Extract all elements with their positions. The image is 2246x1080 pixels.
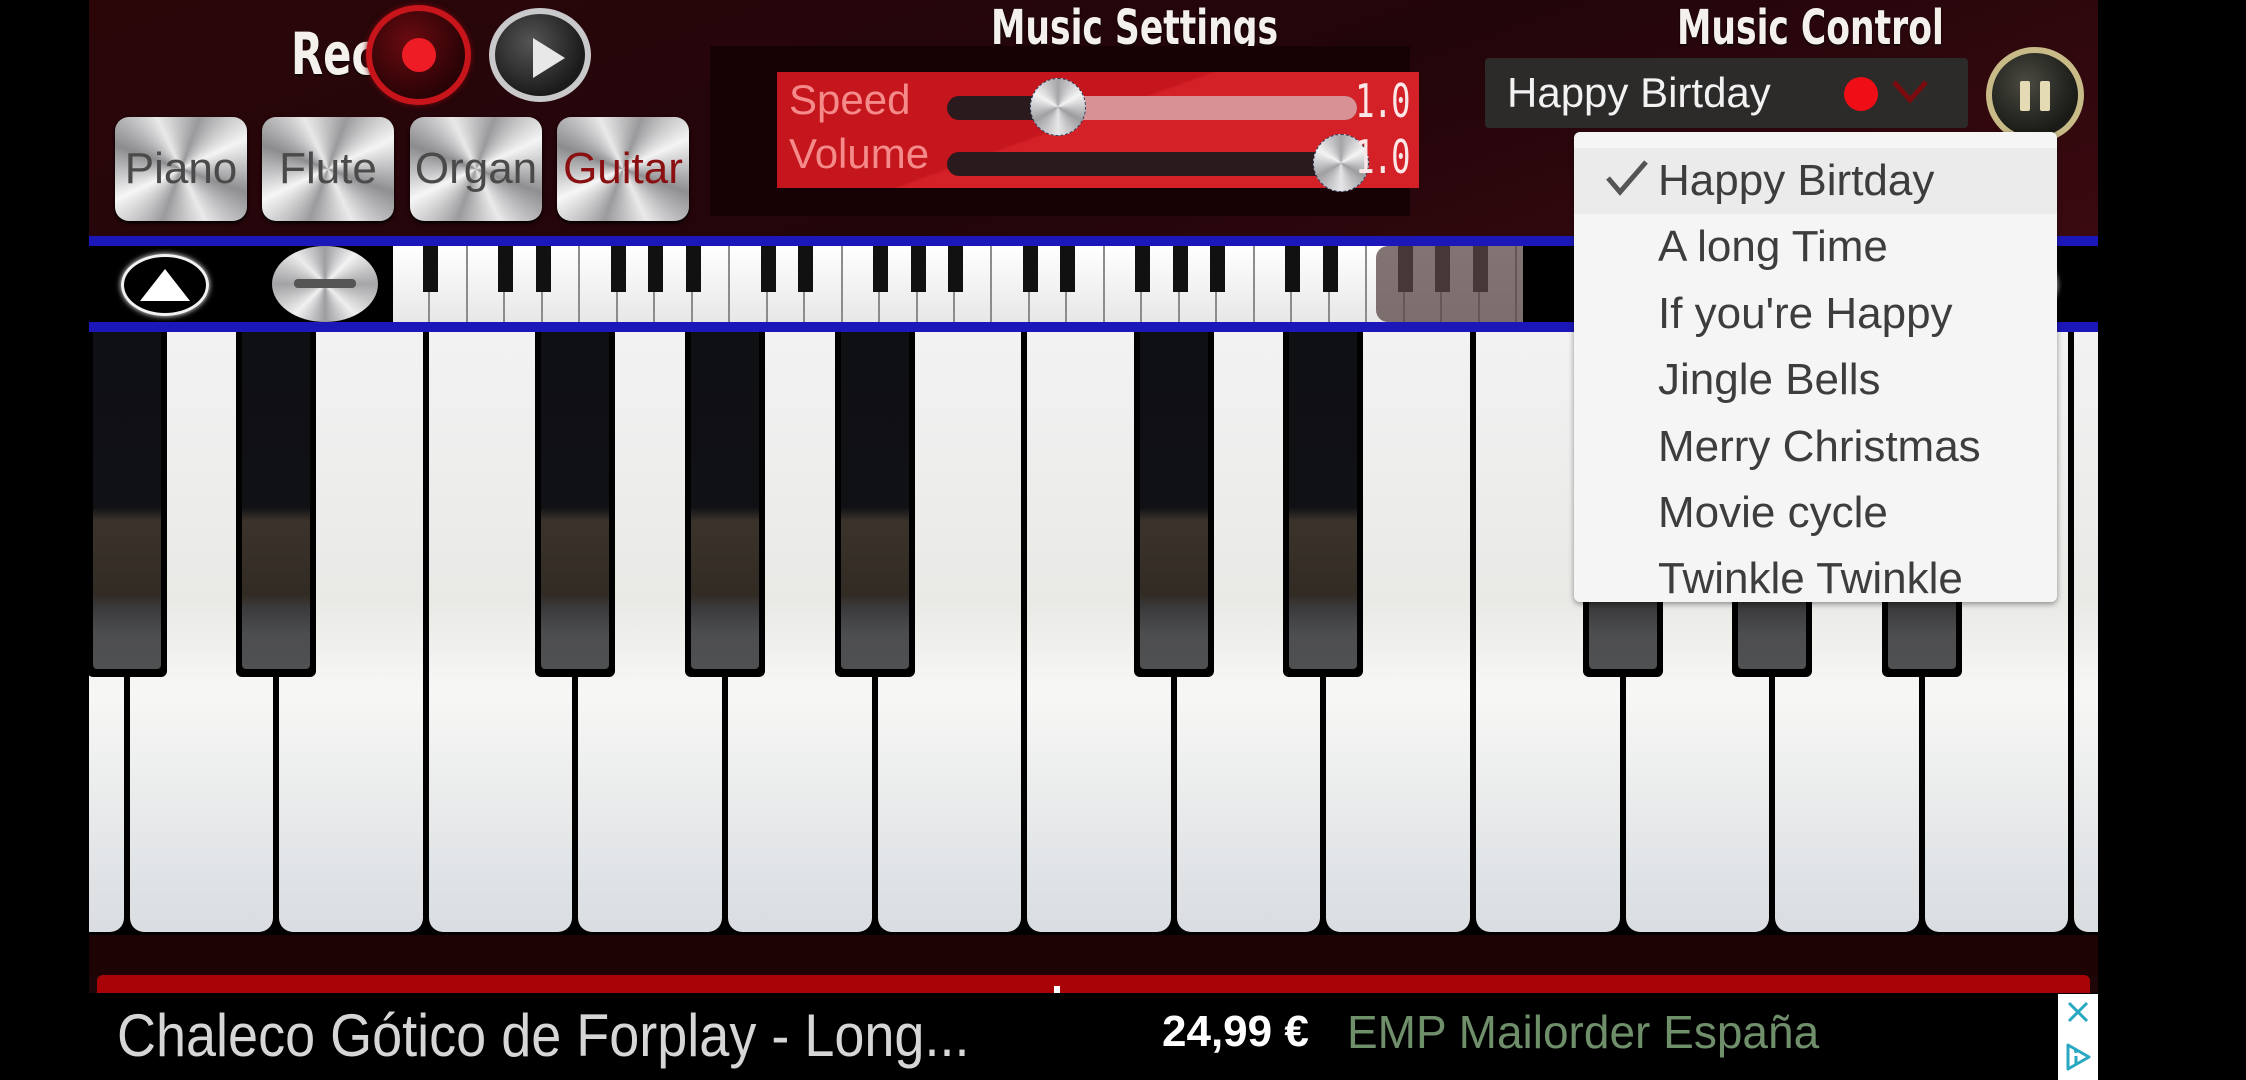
mini-black-key [685,246,701,292]
ad-seller[interactable]: EMP Mailorder España [1347,1005,1819,1059]
speed-volume-panel: Speed 1.0 Volume 1.0 [777,72,1419,192]
mini-black-key [1172,246,1188,292]
black-key[interactable] [685,332,765,677]
song-option-if-youre-happy[interactable]: If you're Happy [1574,281,2057,347]
song-option-happy-birtday[interactable]: Happy Birtday [1574,148,2057,214]
zoom-out-button[interactable] [272,246,378,322]
instrument-label: Guitar [563,144,683,193]
mini-black-key [1322,246,1338,292]
speed-label: Speed [789,76,911,123]
arrow-up-icon [140,269,190,301]
mini-keyboard[interactable] [393,246,1523,322]
record-button[interactable] [366,5,471,105]
mini-black-key [1210,246,1226,292]
instrument-guitar-button[interactable]: Guitar [557,117,689,221]
pause-icon [2020,81,2030,111]
mini-black-key [610,246,626,292]
recording-indicator-icon [1844,77,1878,111]
black-key-surface [541,332,610,669]
selected-song: Happy Birtday [1507,69,1771,116]
volume-value: 1.0 [1355,130,1410,184]
mini-black-key [1060,246,1076,292]
song-option-a-long-time[interactable]: A long Time [1574,214,2057,280]
ad-controls [2058,994,2098,1080]
song-option-jingle-bells[interactable]: Jingle Bells [1574,347,2057,413]
song-option-merry-christmas[interactable]: Merry Christmas [1574,414,2057,480]
mini-black-key [873,246,889,292]
instrument-label: Flute [279,144,377,193]
song-select[interactable]: Happy Birtday [1485,58,1968,128]
bottom-bar-marker [1054,986,1060,993]
instrument-flute-button[interactable]: Flute [262,117,394,221]
mini-black-key [760,246,776,292]
instrument-label: Organ [414,144,538,193]
mini-black-key [535,246,551,292]
mini-black-key [498,246,514,292]
white-key[interactable] [2074,332,2098,932]
volume-slider[interactable] [947,134,1369,192]
song-option-label: Happy Birtday [1658,156,1935,205]
chevron-down-icon [1892,80,1928,104]
song-option-movie-cycle[interactable]: Movie cycle [1574,480,2057,546]
mini-black-key [1135,246,1151,292]
mini-black-key [1022,246,1038,292]
scroll-left-button[interactable] [121,254,209,316]
bottom-red-bar [97,975,2090,993]
mini-black-key [423,246,439,292]
adchoices-icon[interactable] [2064,1042,2092,1072]
black-key-surface [691,332,759,669]
speed-value: 1.0 [1355,74,1410,128]
black-key-surface [1139,332,1208,669]
record-dot-icon [401,38,436,72]
song-option-label: Jingle Bells [1658,355,1881,404]
song-option-label: Movie cycle [1658,488,1888,537]
mini-black-key [1285,246,1301,292]
black-key-surface [92,332,161,669]
piano-app: Record Piano Flute Organ Guitar Music Se… [89,0,2098,993]
ad-title[interactable]: Chaleco Gótico de Forplay - Long... [117,1001,969,1070]
black-key[interactable] [236,332,317,677]
black-key[interactable] [1133,332,1214,677]
song-option-label: Merry Christmas [1658,422,1981,471]
ad-banner[interactable]: Chaleco Gótico de Forplay - Long... 24,9… [89,993,2098,1080]
mini-keyboard-viewport-handle[interactable] [1376,246,1523,322]
black-key-surface [1289,332,1358,669]
instrument-piano-button[interactable]: Piano [115,117,247,221]
instrument-label: Piano [124,144,238,193]
mini-black-key [910,246,926,292]
black-key[interactable] [89,332,167,677]
music-control-title: Music Control [1677,0,1944,56]
instrument-organ-button[interactable]: Organ [410,117,542,221]
volume-label: Volume [789,130,930,177]
black-key[interactable] [834,332,915,677]
song-option-label: Twinkle Twinkle [1658,554,1963,602]
pause-button[interactable] [1986,47,2084,143]
black-key-surface [840,332,909,669]
close-icon[interactable] [2066,1000,2090,1024]
mini-black-key [948,246,963,292]
mini-black-key [648,246,664,292]
song-option-twinkle-twinkle[interactable]: Twinkle Twinkle [1574,546,2057,602]
black-key-surface [242,332,311,669]
black-key[interactable] [1283,332,1364,677]
black-key[interactable] [535,332,616,677]
song-dropdown-menu: Happy Birtday A long Time If you're Happ… [1574,132,2057,602]
ad-price: 24,99 € [1162,1007,1309,1056]
bottom-band [89,935,2098,975]
song-option-label: If you're Happy [1658,289,1953,338]
speed-slider-remaining [1057,96,1357,120]
speed-slider[interactable] [947,78,1357,136]
pause-icon [2040,81,2050,111]
play-icon [533,38,565,78]
minus-icon [294,279,356,288]
mini-black-key [798,246,814,292]
checkmark-icon [1606,160,1648,196]
song-option-label: A long Time [1658,222,1888,271]
play-button[interactable] [489,8,591,102]
speed-slider-thumb[interactable] [1029,78,1086,136]
